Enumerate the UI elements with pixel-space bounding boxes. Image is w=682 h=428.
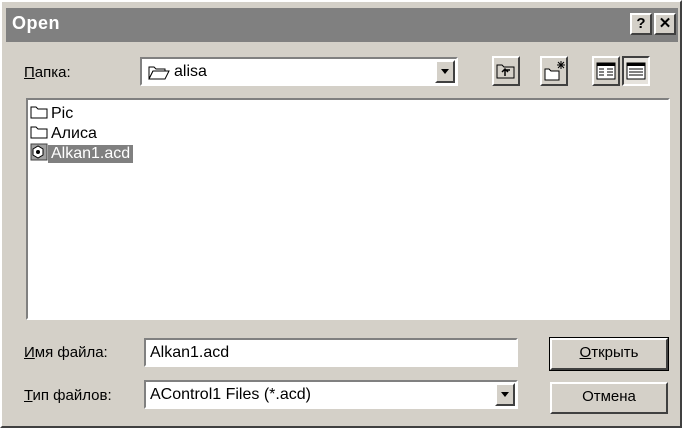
look-in-label-text: апка: xyxy=(34,64,71,81)
title-bar[interactable]: Open ? ✕ xyxy=(6,8,678,42)
chevron-down-icon xyxy=(501,392,509,397)
list-item[interactable]: Alkan1.acd xyxy=(30,143,134,166)
look-in-dropdown-button[interactable] xyxy=(435,60,455,83)
file-name-label-hotkey: И xyxy=(24,344,35,361)
chevron-down-icon xyxy=(441,69,449,74)
file-name: Алиса xyxy=(51,125,97,142)
file-list[interactable]: Pic Алиса Alkan1.acd xyxy=(26,98,670,320)
close-button[interactable]: ✕ xyxy=(654,13,676,35)
up-one-level-icon xyxy=(496,62,516,84)
look-in-label-hotkey: П xyxy=(24,64,35,81)
up-one-level-button[interactable] xyxy=(492,56,520,86)
look-in-combo[interactable]: alisa xyxy=(140,57,458,86)
file-name-value: Alkan1.acd xyxy=(150,344,230,361)
file-name: Pic xyxy=(51,105,74,122)
file-name: Alkan1.acd xyxy=(48,145,134,163)
file-name-input[interactable]: Alkan1.acd xyxy=(144,338,518,367)
look-in-label: Папка: xyxy=(24,64,71,81)
look-in-value: alisa xyxy=(174,63,207,80)
open-folder-icon xyxy=(148,64,170,84)
file-type-dropdown-button[interactable] xyxy=(495,383,515,406)
list-view-icon xyxy=(596,62,616,84)
file-type-label-hotkey: Т xyxy=(24,387,33,404)
open-button-hotkey: О xyxy=(579,344,592,361)
file-type-label: Тип файлов: xyxy=(24,387,112,404)
open-button[interactable]: Открыть xyxy=(549,337,669,371)
cancel-button[interactable]: Отмена xyxy=(550,382,668,414)
folder-icon xyxy=(30,104,48,124)
list-item[interactable]: Pic xyxy=(30,104,76,124)
folder-icon xyxy=(30,124,48,144)
create-new-folder-icon xyxy=(544,60,566,86)
file-name-label-text: мя файла: xyxy=(34,344,108,361)
list-view-button[interactable] xyxy=(592,56,620,86)
open-button-label: ткрыть xyxy=(591,344,639,361)
file-name-label: Имя файла: xyxy=(24,344,108,361)
file-type-combo[interactable]: AControl1 Files (*.acd) xyxy=(144,380,518,409)
file-type-label-text: ип файлов: xyxy=(32,387,112,404)
details-view-icon xyxy=(626,62,646,84)
window-title: Open xyxy=(12,13,61,33)
open-dialog: Open ? ✕ Папка: alisa Pic Алиса Alkan1.a… xyxy=(0,0,682,428)
new-folder-button[interactable] xyxy=(540,56,568,86)
help-button[interactable]: ? xyxy=(630,13,652,35)
acd-file-icon xyxy=(30,143,48,166)
list-item[interactable]: Алиса xyxy=(30,124,100,144)
details-view-button[interactable] xyxy=(622,56,650,86)
file-type-value: AControl1 Files (*.acd) xyxy=(150,386,311,403)
